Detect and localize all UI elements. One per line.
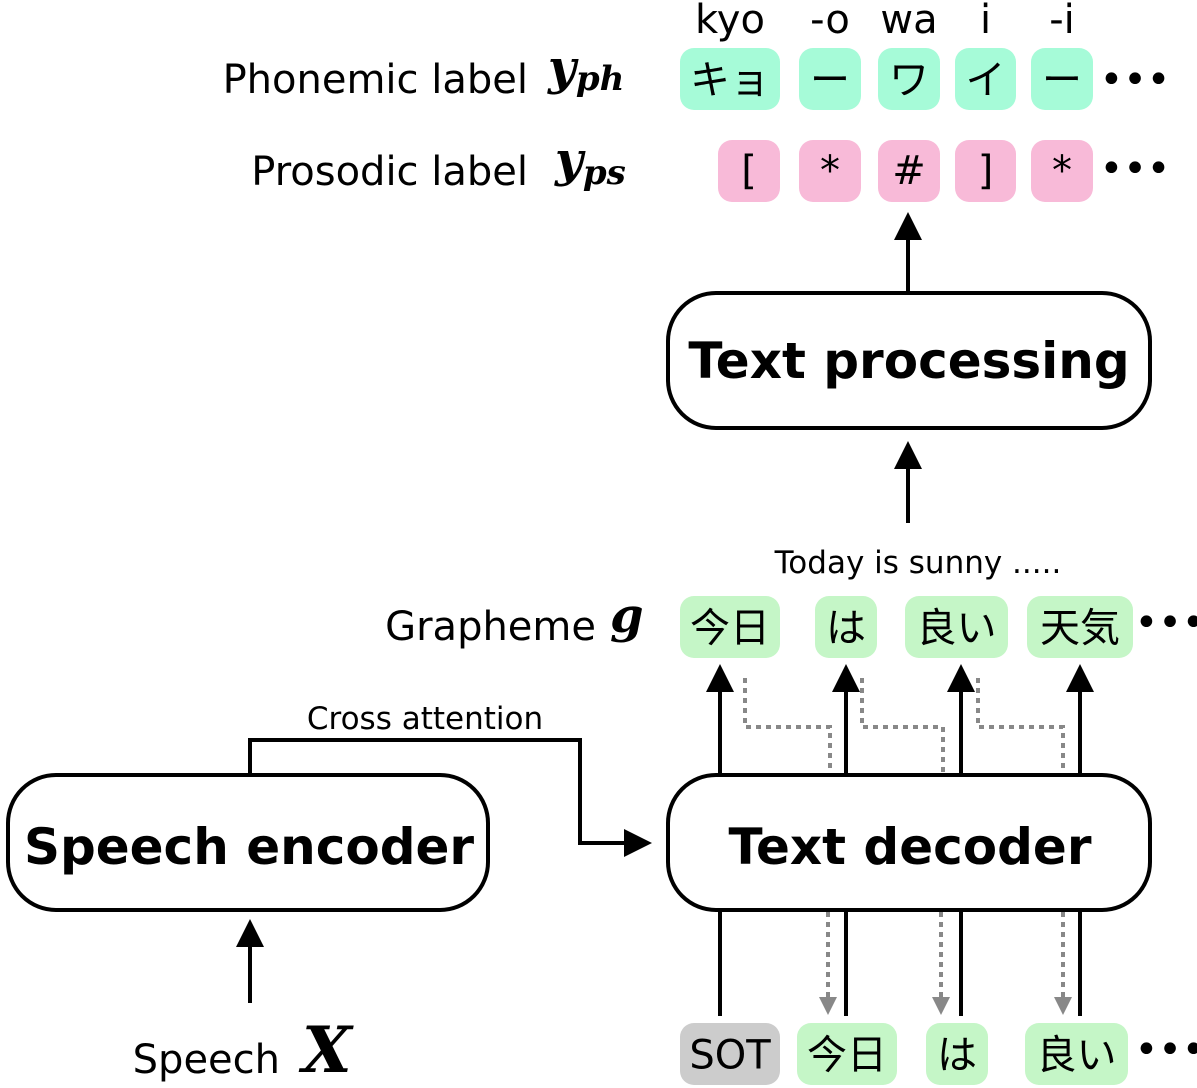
phonemic-token: ー <box>799 48 861 110</box>
romaji-token: kyo <box>695 0 765 43</box>
decoder-input-token: SOT <box>680 1023 780 1085</box>
phonemic-token-row: キョーワイー <box>680 48 1093 110</box>
prosodic-token-text: * <box>820 148 840 194</box>
cross-attention-label: Cross attention <box>307 701 543 737</box>
prosodic-token: * <box>799 140 861 202</box>
phonemic-label: Phonemic label <box>223 57 528 103</box>
prosodic-token: ] <box>955 140 1016 202</box>
prosodic-symbol: yps <box>554 132 626 193</box>
decoder-input-token: は <box>926 1023 988 1085</box>
romaji-token: i <box>980 0 991 43</box>
prosodic-label: Prosodic label <box>251 149 528 195</box>
grapheme-token: 良い <box>905 596 1008 658</box>
romaji-token-text: -o <box>810 0 850 43</box>
phonemic-token-text: ー <box>810 57 850 103</box>
decoder-input-token-text: SOT <box>689 1032 771 1078</box>
grapheme-symbol: g <box>610 588 644 644</box>
decoder-output-arrows <box>706 664 1094 775</box>
phonemic-token: キョ <box>680 48 780 110</box>
phonemic-symbol: yph <box>547 40 624 99</box>
romaji-token: wa <box>880 0 937 43</box>
autoregressive-feedback-lines <box>743 678 1065 773</box>
translation-text: Today is sunny ..... <box>774 545 1062 581</box>
grapheme-token-text: 天気 <box>1040 605 1120 651</box>
phonemic-token: イ <box>955 48 1016 110</box>
romaji-token: -i <box>1049 0 1075 43</box>
decoder-input-row: SOT 今日 は 良い <box>680 1023 1128 1085</box>
text-processing-title: Text processing <box>688 332 1129 390</box>
phonemic-ellipsis: ••• <box>1100 57 1171 103</box>
prosodic-token-row: [ * #] * <box>718 140 1093 202</box>
phonemic-token: ー <box>1031 48 1093 110</box>
grapheme-token-text: は <box>826 605 866 651</box>
prosodic-token-text: # <box>892 148 926 194</box>
decoder-input-lines <box>718 910 1082 1016</box>
prosodic-token: [ <box>718 140 780 202</box>
romaji-token-text: wa <box>880 0 937 43</box>
decoder-input-token-text: は <box>937 1032 977 1078</box>
phonemic-token-text: ー <box>1042 57 1082 103</box>
decoder-input-token-text: 良い <box>1037 1032 1117 1078</box>
phonemic-token: ワ <box>878 48 940 110</box>
romaji-token-text: i <box>980 0 991 43</box>
romaji-token: -o <box>810 0 850 43</box>
speech-label: Speech <box>133 1037 280 1083</box>
grapheme-ellipsis: ••• <box>1135 600 1197 646</box>
speech-encoder-title: Speech encoder <box>24 818 474 876</box>
diagram: Phonemic label yph Prosodic label yps Gr… <box>6 0 1197 1088</box>
grapheme-token-text: 良い <box>917 605 997 651</box>
prosodic-token: # <box>878 140 940 202</box>
decoder-input-ellipsis: ••• <box>1135 1027 1197 1073</box>
prosodic-token-text: [ <box>741 148 757 194</box>
grapheme-label: Grapheme <box>385 604 596 650</box>
text-decoder-title: Text decoder <box>729 818 1092 876</box>
grapheme-token: 天気 <box>1027 596 1133 658</box>
prosodic-token-text: * <box>1052 148 1072 194</box>
grapheme-token-row: 今日 は 良い 天気 <box>680 596 1133 658</box>
grapheme-token: は <box>815 596 877 658</box>
prosodic-ellipsis: ••• <box>1100 146 1171 192</box>
prosodic-token-text: ] <box>978 148 994 194</box>
phonemic-token-text: ワ <box>889 57 929 103</box>
phonemic-token-text: キョ <box>690 57 770 103</box>
grapheme-token-text: 今日 <box>690 605 770 651</box>
romaji-row: kyo -o wa i -i <box>695 0 1075 43</box>
decoder-input-token-text: 今日 <box>807 1032 887 1078</box>
decoder-input-token: 今日 <box>797 1023 897 1085</box>
romaji-token-text: -i <box>1049 0 1075 43</box>
prosodic-token: * <box>1031 140 1093 202</box>
phonemic-token-text: イ <box>966 57 1006 103</box>
speech-symbol: X <box>298 1013 354 1088</box>
decoder-input-token: 良い <box>1025 1023 1128 1085</box>
romaji-token-text: kyo <box>695 0 765 43</box>
grapheme-token: 今日 <box>680 596 780 658</box>
